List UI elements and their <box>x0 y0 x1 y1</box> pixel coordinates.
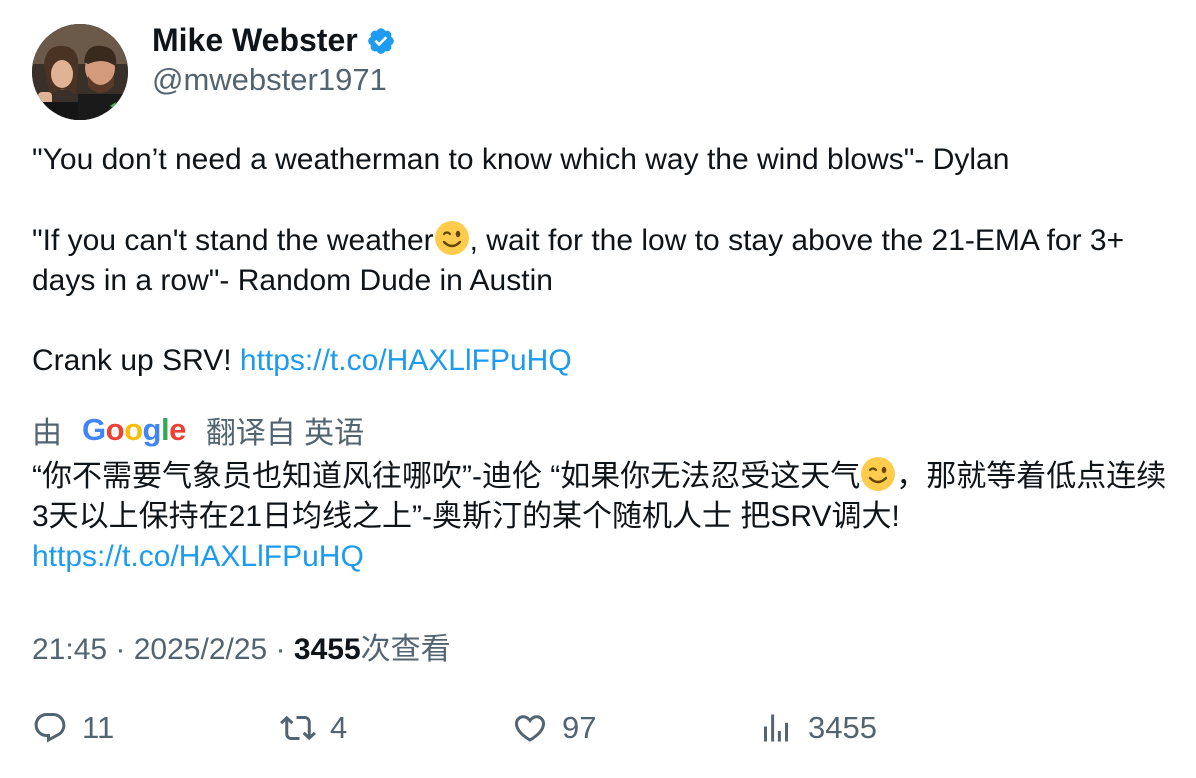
tweet-line-2-start: "If you can't stand the weather <box>32 224 434 257</box>
reply-count: 11 <box>82 710 115 745</box>
google-logo: Google <box>82 412 186 447</box>
tweet-link[interactable]: https://t.co/HAXLlFPuHQ <box>240 344 572 377</box>
translated-text-start: “你不需要气象员也知道风往哪吹”-迪伦 “如果你无法忍受这天气 <box>32 460 861 493</box>
tweet-text: "You don’t need a weatherman to know whi… <box>32 140 1172 381</box>
tweet-date[interactable]: 2025/2/25 <box>134 633 267 666</box>
retweet-count: 4 <box>330 710 348 745</box>
avatar-photo <box>32 24 128 120</box>
avatar[interactable] <box>32 24 128 120</box>
views-chart-icon <box>764 714 788 742</box>
translated-text: “你不需要气象员也知道风往哪吹”-迪伦 “如果你无法忍受这天气 ，那就等着低点连续… <box>32 456 1172 577</box>
winking-face-icon <box>860 456 896 492</box>
views-button[interactable]: 3455 <box>758 710 877 746</box>
like-count: 97 <box>562 710 597 745</box>
tweet-meta: 21:45 · 2025/2/25 · 3455次查看 <box>32 624 451 668</box>
author-name[interactable]: Mike Webster <box>152 22 358 59</box>
retweet-icon <box>280 715 316 741</box>
reply-icon <box>34 713 66 743</box>
translated-from-label[interactable]: 翻译自 英语 <box>206 408 364 452</box>
like-button[interactable]: 97 <box>512 710 596 746</box>
tweet-line-1: "You don’t need a weatherman to know whi… <box>32 143 1010 176</box>
winking-face-icon <box>434 220 470 256</box>
tweet-time[interactable]: 21:45 <box>32 633 107 666</box>
tweet-line-2: "If you can't stand the weather, wait fo… <box>32 220 1172 301</box>
heart-icon <box>514 715 546 742</box>
translation-attribution: 由 Google 翻译自 英语 <box>32 408 364 452</box>
retweet-button[interactable]: 4 <box>280 710 347 746</box>
reply-button[interactable]: 11 <box>32 710 114 746</box>
tweet-line-3: Crank up SRV! https://t.co/HAXLlFPuHQ <box>32 341 1172 381</box>
views-action-count: 3455 <box>808 710 877 745</box>
views-label: 次查看 <box>360 633 451 666</box>
author-handle[interactable]: @mwebster1971 <box>152 62 387 98</box>
action-bar: 11 4 97 3455 <box>32 710 1172 758</box>
translated-by-label: 由 <box>32 417 62 450</box>
author-name-row[interactable]: Mike Webster <box>152 22 396 59</box>
verified-badge-icon <box>366 26 396 56</box>
translated-link[interactable]: https://t.co/HAXLlFPuHQ <box>32 540 364 573</box>
views-count: 3455 <box>293 633 361 666</box>
meta-separator-2: · <box>267 633 294 666</box>
tweet-line-3-text: Crank up SRV! <box>32 344 240 377</box>
meta-separator: · <box>107 633 134 666</box>
